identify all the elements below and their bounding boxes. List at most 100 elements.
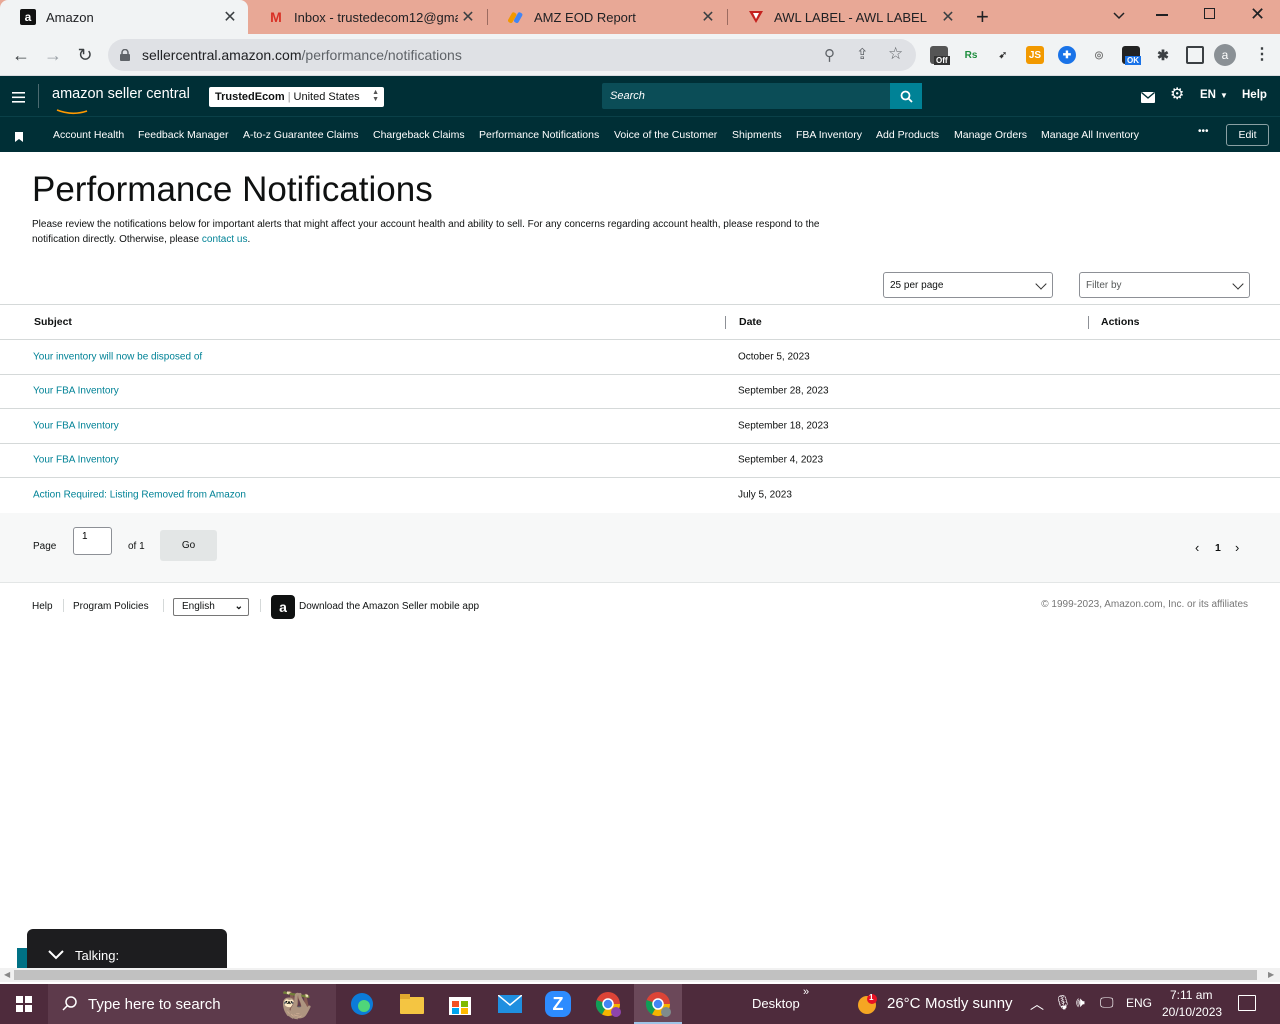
- search-input[interactable]: Search: [602, 83, 922, 109]
- nav-voice-of-customer[interactable]: Voice of the Customer: [614, 129, 717, 141]
- page-number-input[interactable]: [73, 527, 112, 555]
- footer-app-link[interactable]: Download the Amazon Seller mobile app: [299, 601, 479, 612]
- forward-icon[interactable]: →: [40, 42, 66, 68]
- extension-cursor-icon[interactable]: ➹: [994, 46, 1012, 64]
- seller-app-icon[interactable]: a: [271, 595, 295, 619]
- new-tab-icon[interactable]: +: [976, 4, 989, 30]
- go-button[interactable]: Go: [160, 530, 217, 561]
- close-icon[interactable]: ✕: [938, 7, 958, 27]
- tab-amazon[interactable]: a Amazon ✕: [0, 0, 248, 34]
- footer-policies-link[interactable]: Program Policies: [73, 601, 149, 612]
- header-date[interactable]: Date: [739, 316, 762, 328]
- nav-account-health[interactable]: Account Health: [53, 129, 124, 141]
- filter-select[interactable]: Filter by: [1079, 272, 1250, 298]
- contact-us-link[interactable]: contact us: [202, 234, 248, 245]
- tray-expand-icon[interactable]: ︿: [1030, 994, 1044, 1014]
- volume-icon[interactable]: 🕪: [1076, 994, 1085, 1011]
- extension-js-icon[interactable]: JS: [1026, 46, 1044, 64]
- input-language[interactable]: ENG: [1126, 996, 1152, 1010]
- notification-subject-link[interactable]: Your inventory will now be disposed of: [33, 351, 202, 362]
- hamburger-menu-icon[interactable]: [12, 90, 26, 103]
- extension-grey-icon[interactable]: ◎: [1090, 46, 1108, 64]
- nav-feedback-manager[interactable]: Feedback Manager: [138, 129, 228, 141]
- nav-atoz-claims[interactable]: A-to-z Guarantee Claims: [243, 129, 359, 141]
- microphone-icon[interactable]: 🎙: [1054, 994, 1072, 1011]
- nav-shipments[interactable]: Shipments: [732, 129, 782, 141]
- prev-page-icon[interactable]: ‹: [1195, 540, 1199, 555]
- notification-subject-link[interactable]: Action Required: Listing Removed from Am…: [33, 490, 246, 501]
- notification-subject-link[interactable]: Your FBA Inventory: [33, 386, 119, 397]
- store-icon[interactable]: [444, 988, 476, 1020]
- scrollbar-thumb[interactable]: [14, 970, 1257, 980]
- tab-search-icon[interactable]: [1110, 6, 1128, 24]
- account-switcher[interactable]: TrustedEcom | United States ▲ ▼: [209, 87, 384, 107]
- tab-eod-report[interactable]: AMZ EOD Report ✕: [488, 0, 726, 34]
- mail-icon[interactable]: [1141, 90, 1155, 103]
- notification-subject-link[interactable]: Your FBA Inventory: [33, 420, 119, 431]
- horizontal-scrollbar[interactable]: ◀ ▶: [0, 968, 1280, 982]
- reload-icon[interactable]: ↻: [72, 42, 98, 68]
- clock-time[interactable]: 7:11 am: [1170, 988, 1212, 1002]
- extensions-puzzle-icon[interactable]: ✱: [1154, 46, 1172, 64]
- desktop-toolbar-label[interactable]: Desktop: [752, 996, 800, 1011]
- extension-rs-icon[interactable]: Rs: [962, 46, 980, 64]
- search-button[interactable]: [890, 83, 922, 109]
- nav-fba-inventory[interactable]: FBA Inventory: [796, 129, 862, 141]
- window-close-icon[interactable]: ✕: [1250, 4, 1265, 25]
- extension-off-icon[interactable]: Off: [930, 46, 950, 65]
- nav-manage-all-inventory[interactable]: Manage All Inventory: [1041, 129, 1139, 141]
- weather-icon[interactable]: 1: [856, 993, 878, 1016]
- tab-gmail[interactable]: M Inbox - trustedecom12@gmail.c ✕: [248, 0, 486, 34]
- zoom-app-icon[interactable]: Z: [542, 988, 574, 1020]
- profile-avatar[interactable]: a: [1214, 44, 1236, 66]
- file-explorer-icon[interactable]: [396, 988, 428, 1020]
- bookmark-icon[interactable]: [15, 129, 23, 142]
- network-icon[interactable]: 🖵: [1100, 994, 1114, 1011]
- mail-app-icon[interactable]: [494, 988, 526, 1020]
- seller-central-logo[interactable]: amazon seller central: [52, 86, 190, 102]
- weather-temperature[interactable]: 26°C: [887, 995, 921, 1012]
- nav-manage-orders[interactable]: Manage Orders: [954, 129, 1027, 141]
- footer-help-link[interactable]: Help: [32, 601, 53, 612]
- help-link[interactable]: Help: [1242, 89, 1267, 101]
- minimize-icon[interactable]: [1156, 14, 1168, 16]
- chevron-down-icon[interactable]: [47, 950, 65, 960]
- footer-language-select[interactable]: English ⌄: [173, 598, 249, 616]
- scroll-left-icon[interactable]: ◀: [4, 970, 10, 979]
- nav-chargeback-claims[interactable]: Chargeback Claims: [373, 129, 465, 141]
- tab-awl-label[interactable]: AWL LABEL - AWL LABEL ✕: [728, 0, 966, 34]
- back-icon[interactable]: ←: [8, 42, 34, 68]
- browser-menu-icon[interactable]: ⋮: [1254, 44, 1270, 64]
- weather-description[interactable]: Mostly sunny: [925, 995, 1013, 1012]
- bookmark-star-icon[interactable]: ☆: [888, 44, 903, 64]
- language-selector[interactable]: EN ▼: [1200, 89, 1228, 101]
- chrome-profile-a-icon[interactable]: [642, 988, 674, 1020]
- settings-gear-icon[interactable]: ⚙: [1170, 87, 1186, 103]
- close-icon[interactable]: ✕: [698, 7, 718, 27]
- current-page-number[interactable]: 1: [1215, 542, 1221, 554]
- edit-nav-button[interactable]: Edit: [1226, 124, 1269, 146]
- nav-performance-notifications[interactable]: Performance Notifications: [479, 129, 599, 141]
- nav-add-products[interactable]: Add Products: [876, 129, 939, 141]
- toolbar-expand-icon[interactable]: »: [803, 986, 809, 998]
- clock-date[interactable]: 20/10/2023: [1162, 1005, 1222, 1019]
- extension-ok-icon[interactable]: OK: [1122, 46, 1141, 65]
- side-panel-icon[interactable]: [1186, 46, 1204, 64]
- edge-browser-icon[interactable]: [346, 988, 378, 1020]
- close-icon[interactable]: ✕: [458, 7, 478, 27]
- zoom-icon[interactable]: ⚲: [824, 46, 835, 64]
- extension-blue-icon[interactable]: ✚: [1058, 46, 1076, 64]
- chrome-profile-m-icon[interactable]: [592, 988, 624, 1020]
- per-page-select[interactable]: 25 per page: [883, 272, 1053, 298]
- share-icon[interactable]: ⇪: [856, 45, 869, 63]
- taskbar-search-box[interactable]: Type here to search 🦥: [48, 984, 336, 1024]
- windows-start-icon[interactable]: [8, 988, 40, 1020]
- more-icon[interactable]: •••: [1198, 126, 1209, 137]
- scroll-right-icon[interactable]: ▶: [1268, 970, 1274, 979]
- notification-subject-link[interactable]: Your FBA Inventory: [33, 455, 119, 466]
- address-bar[interactable]: sellercentral.amazon.com/performance/not…: [108, 39, 916, 71]
- notifications-center-icon[interactable]: [1238, 995, 1256, 1011]
- close-icon[interactable]: ✕: [220, 7, 240, 27]
- next-page-icon[interactable]: ›: [1235, 540, 1239, 555]
- header-subject[interactable]: Subject: [34, 316, 72, 328]
